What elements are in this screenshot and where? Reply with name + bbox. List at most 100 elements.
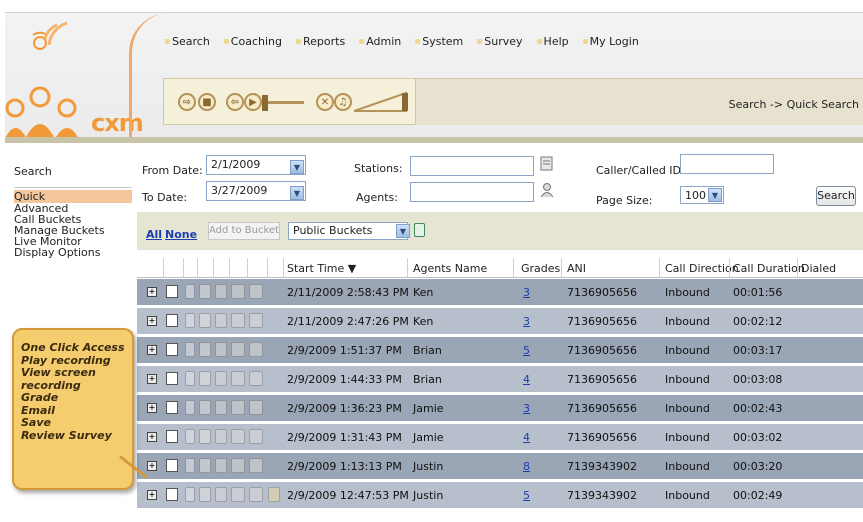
- menu-search[interactable]: Search: [165, 35, 210, 48]
- view-screen-icon[interactable]: [199, 458, 211, 473]
- mute-icon[interactable]: ✕: [316, 93, 334, 111]
- table-row[interactable]: +2/9/2009 1:31:43 PM Jamie 4 7136905656 Inbo…: [137, 424, 863, 450]
- select-none-link[interactable]: None: [165, 228, 197, 241]
- expand-icon[interactable]: +: [147, 461, 157, 471]
- play-recording-icon[interactable]: [185, 371, 195, 386]
- email-icon[interactable]: [231, 400, 245, 415]
- play-recording-icon[interactable]: [185, 342, 195, 357]
- view-screen-icon[interactable]: [199, 342, 211, 357]
- view-screen-icon[interactable]: [199, 313, 211, 328]
- grade-link[interactable]: 3: [523, 402, 530, 415]
- expand-icon[interactable]: +: [147, 287, 157, 297]
- save-icon[interactable]: [249, 342, 263, 357]
- play-recording-icon[interactable]: [185, 400, 195, 415]
- table-row[interactable]: +2/11/2009 2:58:43 PM Ken 3 7136905656 Inbou…: [137, 279, 863, 305]
- select-all-link[interactable]: All: [146, 228, 162, 241]
- grade-link[interactable]: 3: [523, 315, 530, 328]
- email-icon[interactable]: [231, 458, 245, 473]
- grade-icon[interactable]: [215, 400, 227, 415]
- grade-icon[interactable]: [215, 458, 227, 473]
- save-icon[interactable]: [249, 284, 263, 299]
- play-recording-icon[interactable]: [185, 313, 195, 328]
- menu-reports[interactable]: Reports: [295, 35, 345, 48]
- to-date-dropdown-icon[interactable]: ▼: [290, 186, 304, 200]
- row-checkbox[interactable]: [166, 314, 178, 327]
- from-date-dropdown-icon[interactable]: ▼: [290, 160, 304, 174]
- grade-link[interactable]: 5: [523, 344, 530, 357]
- review-survey-icon[interactable]: [268, 487, 280, 502]
- save-icon[interactable]: [249, 400, 263, 415]
- play-recording-icon[interactable]: [185, 284, 195, 299]
- play-icon[interactable]: ▶: [244, 93, 262, 111]
- trash-icon[interactable]: [414, 223, 425, 237]
- table-row[interactable]: +2/9/2009 1:44:33 PM Brian 4 7136905656 Inbo…: [137, 366, 863, 392]
- seek-slider[interactable]: [262, 93, 306, 113]
- menu-my-login[interactable]: My Login: [582, 35, 639, 48]
- email-icon[interactable]: [231, 487, 245, 502]
- save-icon[interactable]: [249, 313, 263, 328]
- view-screen-icon[interactable]: [199, 487, 211, 502]
- view-screen-icon[interactable]: [199, 400, 211, 415]
- grade-link[interactable]: 3: [523, 286, 530, 299]
- agents-input[interactable]: [410, 182, 534, 202]
- page-size-dropdown-icon[interactable]: ▼: [708, 188, 722, 202]
- grade-link[interactable]: 8: [523, 460, 530, 473]
- table-row[interactable]: +2/9/2009 12:47:53 PM Justin 5 7139343902 In…: [137, 482, 863, 508]
- column-call-direction[interactable]: Call Direction: [665, 262, 739, 275]
- email-icon[interactable]: [231, 313, 245, 328]
- stop-icon[interactable]: ■: [198, 93, 216, 111]
- menu-survey[interactable]: Survey: [477, 35, 523, 48]
- bucket-select[interactable]: Public Buckets: [288, 222, 408, 240]
- sidebar-item-display-options[interactable]: Display Options: [14, 247, 132, 258]
- column-agents-name[interactable]: Agents Name: [413, 262, 487, 275]
- menu-coaching[interactable]: Coaching: [223, 35, 282, 48]
- row-checkbox[interactable]: [166, 343, 178, 356]
- play-recording-icon[interactable]: [185, 429, 195, 444]
- row-checkbox[interactable]: [166, 430, 178, 443]
- grade-icon[interactable]: [215, 313, 227, 328]
- table-row[interactable]: +2/11/2009 2:47:26 PM Ken 3 7136905656 Inbou…: [137, 308, 863, 334]
- row-checkbox[interactable]: [166, 488, 178, 501]
- email-icon[interactable]: [231, 342, 245, 357]
- menu-help[interactable]: Help: [536, 35, 569, 48]
- rewind-icon[interactable]: ⇦: [226, 93, 244, 111]
- row-checkbox[interactable]: [166, 401, 178, 414]
- volume-slider[interactable]: [354, 91, 412, 113]
- stations-input[interactable]: [410, 156, 534, 176]
- email-icon[interactable]: [231, 371, 245, 386]
- row-checkbox[interactable]: [166, 459, 178, 472]
- column-ani[interactable]: ANI: [567, 262, 586, 275]
- row-checkbox[interactable]: [166, 372, 178, 385]
- table-row[interactable]: +2/9/2009 1:36:23 PM Jamie 3 7136905656 Inbo…: [137, 395, 863, 421]
- email-icon[interactable]: [231, 284, 245, 299]
- play-recording-icon[interactable]: [185, 487, 195, 502]
- table-row[interactable]: +2/9/2009 1:51:37 PM Brian 5 7136905656 Inbo…: [137, 337, 863, 363]
- view-screen-icon[interactable]: [199, 284, 211, 299]
- expand-icon[interactable]: +: [147, 432, 157, 442]
- column-dialed[interactable]: Dialed: [801, 262, 836, 275]
- save-icon[interactable]: [249, 487, 263, 502]
- agents-picker-icon[interactable]: [540, 182, 554, 198]
- expand-icon[interactable]: +: [147, 403, 157, 413]
- view-screen-icon[interactable]: [199, 371, 211, 386]
- volume-icon[interactable]: ♫: [334, 93, 352, 111]
- expand-icon[interactable]: +: [147, 374, 157, 384]
- column-start-time[interactable]: Start Time ▼: [287, 262, 356, 275]
- forward-icon[interactable]: ⇨: [178, 93, 196, 111]
- grade-link[interactable]: 4: [523, 373, 530, 386]
- column-call-duration[interactable]: Call Duration: [733, 262, 805, 275]
- grade-link[interactable]: 4: [523, 431, 530, 444]
- search-button[interactable]: Search: [816, 186, 856, 206]
- add-to-bucket-button[interactable]: Add to Bucket: [208, 222, 280, 240]
- save-icon[interactable]: [249, 458, 263, 473]
- grade-link[interactable]: 5: [523, 489, 530, 502]
- expand-icon[interactable]: +: [147, 490, 157, 500]
- grade-icon[interactable]: [215, 429, 227, 444]
- expand-icon[interactable]: +: [147, 345, 157, 355]
- email-icon[interactable]: [231, 429, 245, 444]
- menu-admin[interactable]: Admin: [359, 35, 401, 48]
- view-screen-icon[interactable]: [199, 429, 211, 444]
- caller-id-input[interactable]: [680, 154, 774, 174]
- row-checkbox[interactable]: [166, 285, 178, 298]
- play-recording-icon[interactable]: [185, 458, 195, 473]
